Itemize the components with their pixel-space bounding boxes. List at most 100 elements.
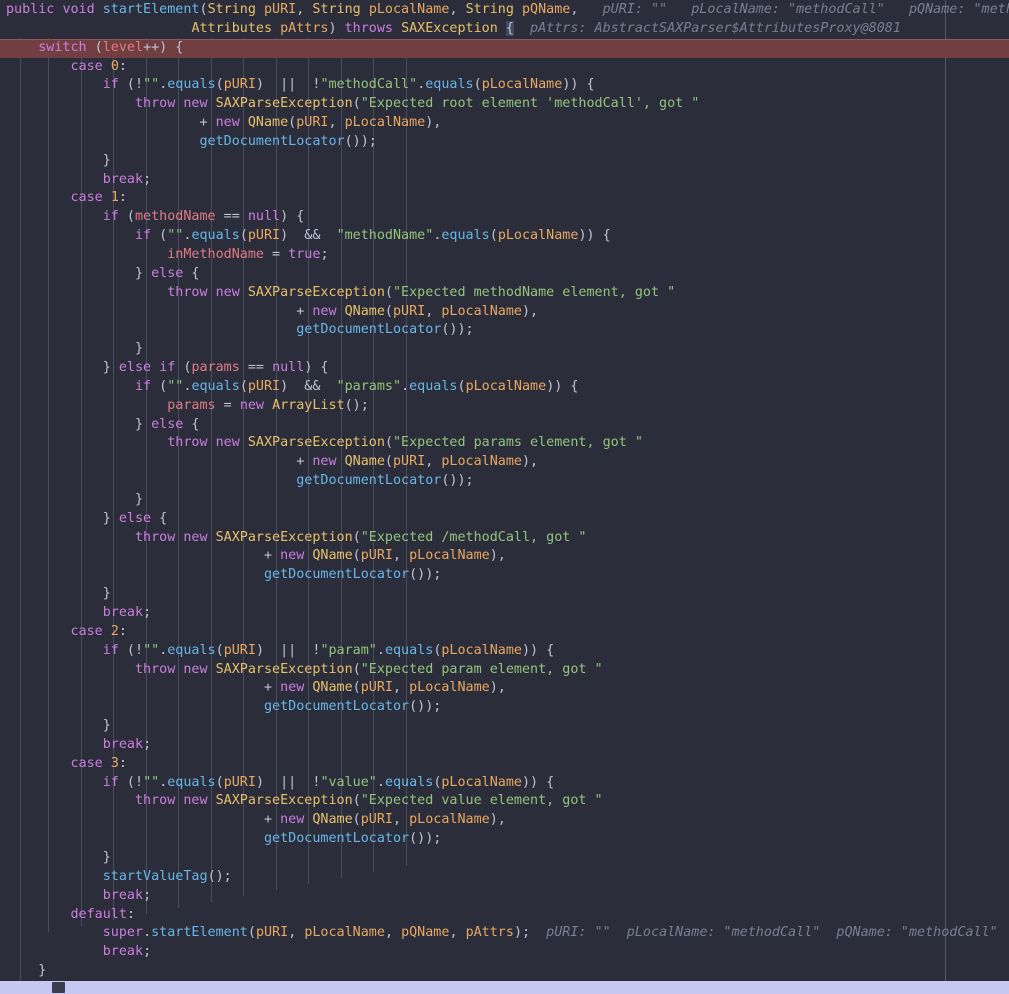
code-token: throw (135, 96, 176, 112)
line-inmethodname-assign[interactable]: inMethodName = true; (0, 246, 1009, 265)
line-case0-throw[interactable]: throw new SAXParseException("Expected ro… (0, 95, 1009, 114)
code-token: } (6, 491, 144, 507)
line-case1-locator-2[interactable]: getDocumentLocator()); (0, 472, 1009, 491)
line-case0-qname[interactable]: + new QName(pURI, pLocalName), (0, 114, 1009, 133)
line-case3-break[interactable]: break; (0, 887, 1009, 906)
code-token: "Expected /methodCall, got " (360, 529, 587, 545)
code-token: else (118, 510, 152, 526)
code-token: QName (344, 454, 385, 470)
code-token: null (272, 360, 305, 376)
code-token: new (280, 548, 305, 564)
line-case-3[interactable]: case 3: (0, 755, 1009, 774)
line-case1-break[interactable]: break; (0, 604, 1009, 623)
line-case1-throw-methodcall[interactable]: throw new SAXParseException("Expected /m… (0, 529, 1009, 548)
line-case0-if[interactable]: if (!"".equals(pURI) || !"methodCall".eq… (0, 76, 1009, 95)
line-default[interactable]: default: (0, 906, 1009, 925)
line-case2-close[interactable]: } (0, 717, 1009, 736)
line-case1-if-equals[interactable]: if ("".equals(pURI) && "methodName".equa… (0, 227, 1009, 246)
code-token: ( (215, 642, 224, 658)
scrollbar-track-left[interactable] (0, 981, 50, 994)
code-token: "" (167, 228, 184, 244)
line-case-2[interactable]: case 2: (0, 623, 1009, 642)
line-case1-if-methodname[interactable]: if (methodName == null) { (0, 208, 1009, 227)
line-case1-qname-2[interactable]: + new QName(pURI, pLocalName), (0, 453, 1009, 472)
line-case1-locator-1[interactable]: getDocumentLocator()); (0, 321, 1009, 340)
line-case1-close-2[interactable]: } (0, 491, 1009, 510)
code-token: "Expected params element, got " (393, 435, 643, 451)
line-case1-else-1[interactable]: } else { (0, 265, 1009, 284)
line-case-0[interactable]: case 0: (0, 58, 1009, 77)
scrollbar-thumb[interactable] (52, 982, 65, 993)
line-params-assign[interactable]: params = new ArrayList(); (0, 397, 1009, 416)
code-token: ) || ! (255, 77, 321, 93)
code-token: { (183, 265, 200, 281)
line-case1-locator-3[interactable]: getDocumentLocator()); (0, 566, 1009, 585)
code-token: pQName (401, 925, 450, 941)
line-case1-if-params[interactable]: if ("".equals(pURI) && "params".equals(p… (0, 378, 1009, 397)
code-token: ; (143, 171, 152, 187)
line-case1-else-3[interactable]: } else { (0, 510, 1009, 529)
code-token: "" (143, 774, 160, 790)
code-token: ), (521, 303, 539, 319)
code-token: "" (143, 642, 160, 658)
line-case1-qname-3[interactable]: + new QName(pURI, pLocalName), (0, 547, 1009, 566)
code-token: pLocalName (409, 548, 490, 564)
code-token: ) { (304, 360, 329, 376)
line-case0-break[interactable]: break; (0, 171, 1009, 190)
code-token: ; (143, 736, 152, 752)
line-case3-throw[interactable]: throw new SAXParseException("Expected va… (0, 792, 1009, 811)
code-token: Attributes (191, 20, 273, 36)
line-case2-locator[interactable]: getDocumentLocator()); (0, 698, 1009, 717)
line-case2-throw[interactable]: throw new SAXParseException("Expected pa… (0, 661, 1009, 680)
code-token: ), (521, 454, 539, 470)
line-default-break[interactable]: break; (0, 943, 1009, 962)
code-token: . (376, 774, 385, 790)
code-editor[interactable]: public void startElement(String pURI, St… (0, 0, 1009, 994)
code-token: pLocalName (441, 303, 522, 319)
line-case3-if[interactable]: if (!"".equals(pURI) || !"value".equals(… (0, 774, 1009, 793)
line-signature-1[interactable]: public void startElement(String pURI, St… (0, 1, 1009, 20)
line-startvaluetag[interactable]: startValueTag(); (0, 868, 1009, 887)
code-token: ( (118, 209, 135, 225)
line-case1-elseif-params[interactable]: } else if (params == null) { (0, 359, 1009, 378)
code-token: ()); (409, 831, 442, 847)
code-token: pURI (223, 77, 256, 93)
line-case0-close[interactable]: } (0, 152, 1009, 171)
line-case1-qname-1[interactable]: + new QName(pURI, pLocalName), (0, 303, 1009, 322)
code-token: (); (207, 868, 232, 884)
code-content[interactable]: public void startElement(String pURI, St… (0, 0, 1009, 994)
line-case2-qname[interactable]: + new QName(pURI, pLocalName), (0, 679, 1009, 698)
line-switch[interactable]: switch (level++) { (0, 38, 1009, 58)
code-token: equals (167, 774, 216, 790)
line-case3-qname[interactable]: + new QName(pURI, pLocalName), (0, 811, 1009, 830)
line-case1-close-1[interactable]: } (0, 340, 1009, 359)
line-case2-if[interactable]: if (!"".equals(pURI) || !"param".equals(… (0, 642, 1009, 661)
line-case2-break[interactable]: break; (0, 736, 1009, 755)
line-case0-locator[interactable]: getDocumentLocator()); (0, 133, 1009, 152)
line-signature-2[interactable]: Attributes pAttrs) throws SAXException {… (0, 20, 1009, 39)
line-case1-else-2[interactable]: } else { (0, 416, 1009, 435)
line-case3-locator[interactable]: getDocumentLocator()); (0, 830, 1009, 849)
code-token: pURI (264, 2, 297, 17)
line-case1-throw-params[interactable]: throw new SAXParseException("Expected pa… (0, 434, 1009, 453)
line-case3-close[interactable]: } (0, 849, 1009, 868)
line-case-1[interactable]: case 1: (0, 189, 1009, 208)
code-token: ( (215, 774, 224, 790)
code-token: )) { (578, 228, 611, 244)
line-default-super[interactable]: super.startElement(pURI, pLocalName, pQN… (0, 924, 1009, 943)
line-switch-close[interactable]: } (0, 962, 1009, 981)
line-case1-throw-methodname[interactable]: throw new SAXParseException("Expected me… (0, 284, 1009, 303)
horizontal-scrollbar[interactable] (0, 981, 1009, 994)
code-token: if (135, 378, 152, 394)
line-case1-close-3[interactable]: } (0, 585, 1009, 604)
code-token: ( (175, 360, 192, 376)
code-token: else (118, 360, 152, 376)
code-token: : (126, 906, 135, 922)
